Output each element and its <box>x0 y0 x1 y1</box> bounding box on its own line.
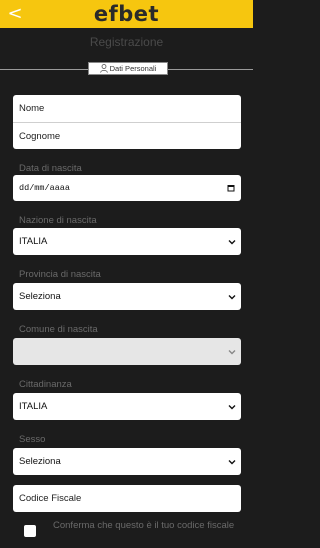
chevron-down-icon <box>228 349 236 354</box>
birth-city-label: Comune di nascita <box>19 324 98 335</box>
birthdate-field[interactable]: dd/mm/aaaa <box>13 175 241 201</box>
citizenship-value: ITALIA <box>19 401 48 412</box>
birth-nation-select[interactable]: ITALIA <box>13 228 241 255</box>
birth-city-select[interactable] <box>13 338 241 365</box>
birth-province-select[interactable]: Seleziona <box>13 283 241 310</box>
user-icon <box>99 64 108 73</box>
nome-field[interactable] <box>13 95 241 122</box>
citizenship-select[interactable]: ITALIA <box>13 393 241 420</box>
section-badge-label: Dati Personali <box>109 64 157 73</box>
fiscal-code-input[interactable] <box>19 493 241 504</box>
birthdate-label: Data di nascita <box>19 163 82 174</box>
fiscal-code-field[interactable] <box>13 485 241 512</box>
birth-province-value: Seleziona <box>19 291 61 302</box>
chevron-down-icon <box>228 404 236 409</box>
chevron-down-icon <box>228 294 236 299</box>
confirm-fiscal-checkbox[interactable] <box>24 525 36 537</box>
section-badge: Dati Personali <box>88 62 168 75</box>
birth-nation-value: ITALIA <box>19 236 48 247</box>
confirm-fiscal-label: Conferma che questo è il tuo codice fisc… <box>53 520 235 531</box>
top-bar: < efbet <box>0 0 253 28</box>
birth-province-label: Provincia di nascita <box>19 269 101 280</box>
citizenship-label: Cittadinanza <box>19 379 72 390</box>
cognome-field[interactable] <box>13 122 241 149</box>
sex-label: Sesso <box>19 434 46 445</box>
birth-nation-label: Nazione di nascita <box>19 215 97 226</box>
birthdate-value: dd/mm/aaaa <box>19 183 71 193</box>
sex-select[interactable]: Seleziona <box>13 448 241 475</box>
page-title: Registrazione <box>89 35 164 49</box>
chevron-down-icon <box>228 459 236 464</box>
chevron-down-icon <box>228 239 236 244</box>
cognome-input[interactable] <box>19 130 241 142</box>
nome-input[interactable] <box>19 103 241 114</box>
calendar-icon[interactable] <box>227 184 235 192</box>
sex-value: Seleziona <box>19 456 61 467</box>
brand-logo: efbet <box>93 2 160 26</box>
